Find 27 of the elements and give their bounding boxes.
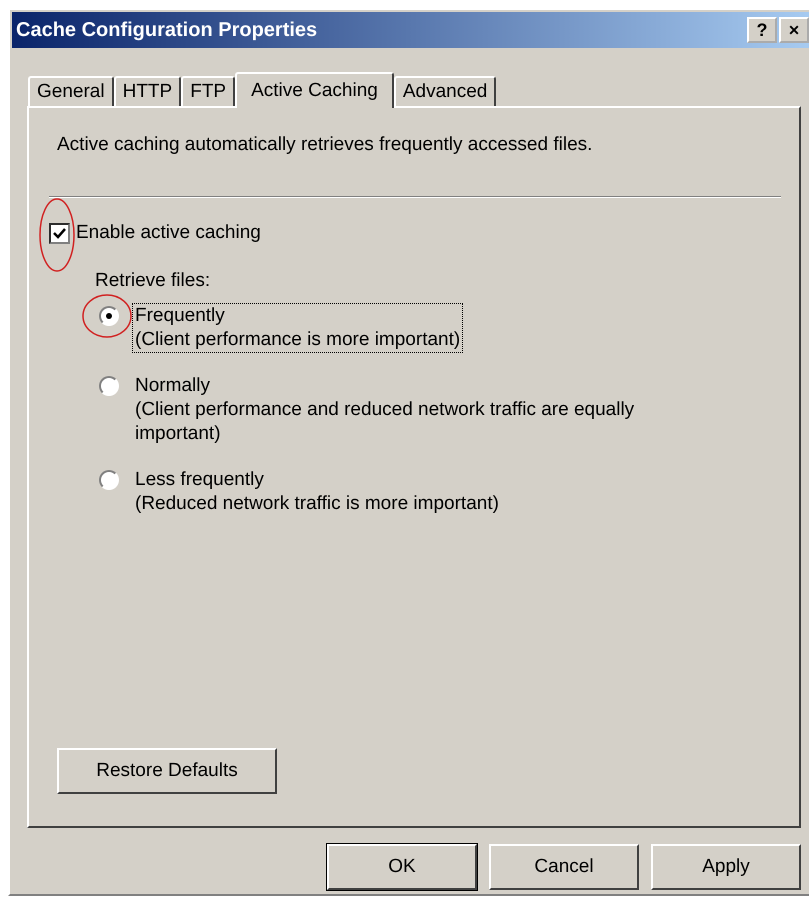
radio-button[interactable] — [99, 470, 119, 490]
tab[interactable]: General — [28, 76, 114, 106]
option-label[interactable]: Normally — [135, 374, 715, 398]
description-text: Active caching automatically retrieves frequently accessed files. — [57, 134, 594, 156]
tab[interactable]: Active Caching — [235, 72, 394, 108]
tab[interactable]: Advanced — [394, 76, 496, 106]
help-button[interactable]: ? — [747, 17, 777, 43]
checkmark-icon — [53, 228, 66, 238]
checkbox[interactable] — [49, 222, 70, 244]
option-description: (Reduced network traffic is more important) — [135, 492, 499, 516]
radio-button[interactable] — [99, 306, 119, 326]
option-description: (Client performance is more important) — [135, 328, 460, 352]
checkbox-label[interactable]: Enable active caching — [76, 222, 261, 244]
window-title: Cache Configuration Properties — [16, 18, 318, 42]
radio-button[interactable] — [99, 376, 119, 396]
tab[interactable]: HTTP — [114, 76, 182, 106]
retrieve-label: Retrieve files: — [95, 270, 212, 292]
dialog-button[interactable]: Apply — [651, 844, 801, 890]
restore-defaults-button[interactable]: Restore Defaults — [57, 748, 277, 794]
radio-dot-icon — [106, 313, 112, 319]
option-label[interactable]: Frequently — [135, 304, 460, 328]
close-button[interactable]: × — [779, 17, 809, 43]
dialog-button[interactable]: Cancel — [489, 844, 639, 890]
option-description: (Client performance and reduced network traffic are equally important) — [135, 398, 636, 446]
dialog-button[interactable]: OK — [327, 844, 477, 890]
option-label[interactable]: Less frequently — [135, 468, 499, 492]
tab[interactable]: FTP — [181, 76, 236, 106]
